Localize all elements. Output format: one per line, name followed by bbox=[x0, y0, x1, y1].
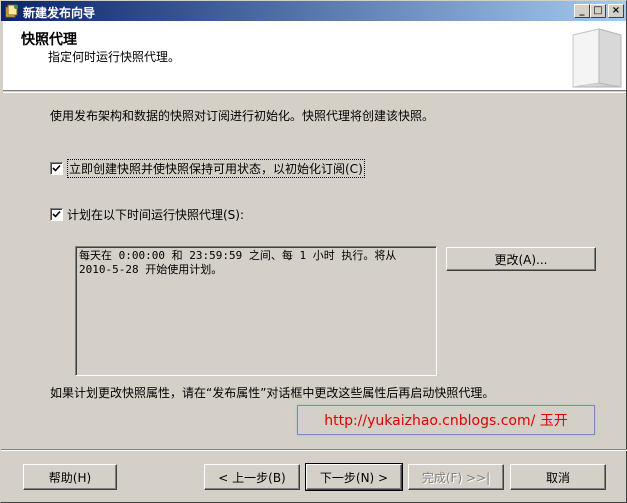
note-text: 如果计划更改快照属性，请在“发布属性”对话框中更改这些属性后再启动快照代理。 bbox=[50, 386, 495, 400]
cancel-button[interactable]: 取消 bbox=[510, 464, 606, 490]
title-bar[interactable]: 新建发布向导 _ □ × bbox=[1, 1, 626, 21]
schedule-description: 每天在 0:00:00 和 23:59:59 之间、每 1 小时 执行。将从 2… bbox=[75, 246, 437, 376]
book-icon bbox=[572, 28, 622, 88]
page-title: 快照代理 bbox=[21, 32, 77, 48]
wizard-app-icon bbox=[5, 4, 18, 18]
schedule-line-1: 每天在 0:00:00 和 23:59:59 之间、每 1 小时 执行。将从 bbox=[79, 249, 397, 262]
schedule-option[interactable]: 计划在以下时间运行快照代理(S): bbox=[50, 206, 244, 223]
schedule-line-2: 2010-5-28 开始使用计划。 bbox=[79, 263, 223, 276]
finish-button[interactable]: 完成(F) >>| bbox=[408, 464, 504, 490]
wizard-window: 新建发布向导 _ □ × 快照代理 指定何时运行快照代理。 使用发布架构和数据的… bbox=[0, 0, 627, 503]
back-button[interactable]: < 上一步(B) bbox=[204, 464, 300, 490]
schedule-label: 计划在以下时间运行快照代理(S): bbox=[67, 208, 245, 222]
watermark-url: http://yukaizhao.cnblogs.com/ 玉开 bbox=[297, 405, 595, 435]
create-snapshot-checkbox[interactable] bbox=[50, 162, 63, 175]
schedule-checkbox[interactable] bbox=[50, 208, 63, 221]
page-subtitle: 指定何时运行快照代理。 bbox=[48, 50, 181, 64]
wizard-header: 快照代理 指定何时运行快照代理。 bbox=[3, 21, 626, 91]
maximize-icon: □ bbox=[593, 5, 603, 16]
header-divider bbox=[3, 92, 626, 93]
help-button[interactable]: 帮助(H) bbox=[23, 464, 117, 490]
create-snapshot-option[interactable]: 立即创建快照并使快照保持可用状态，以初始化订阅(C) bbox=[50, 159, 365, 178]
checkmark-icon bbox=[52, 210, 61, 218]
minimize-button[interactable]: _ bbox=[574, 4, 590, 18]
window-title: 新建发布向导 bbox=[23, 6, 96, 20]
footer-divider-highlight bbox=[1, 450, 627, 451]
close-button[interactable]: × bbox=[608, 4, 624, 18]
maximize-button[interactable]: □ bbox=[590, 4, 606, 18]
change-schedule-button[interactable]: 更改(A)... bbox=[446, 247, 596, 271]
close-icon: × bbox=[611, 5, 621, 16]
create-snapshot-label: 立即创建快照并使快照保持可用状态，以初始化订阅(C) bbox=[67, 159, 365, 178]
next-button[interactable]: 下一步(N) > bbox=[305, 463, 403, 491]
checkmark-icon bbox=[52, 164, 61, 172]
intro-text: 使用发布架构和数据的快照对订阅进行初始化。快照代理将创建该快照。 bbox=[50, 109, 435, 123]
minimize-icon: _ bbox=[579, 5, 585, 16]
